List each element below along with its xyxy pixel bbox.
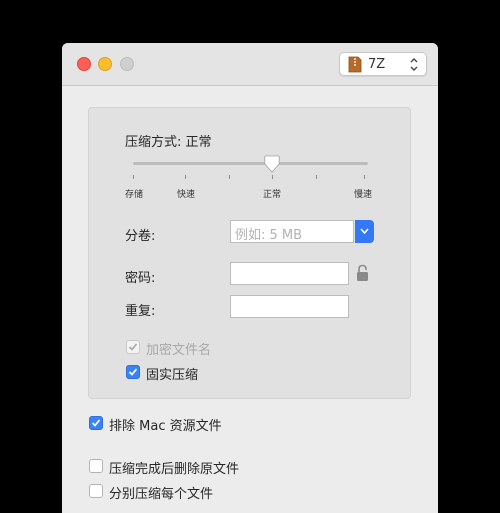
exclude-mac-resources-label: 排除 Mac 资源文件 <box>109 419 222 434</box>
solid-compression-checkbox[interactable] <box>126 365 140 379</box>
encrypt-filenames-checkbox[interactable] <box>126 340 140 354</box>
slider-tick <box>229 175 230 179</box>
slider-tick <box>185 175 186 179</box>
slider-tick <box>364 175 365 179</box>
exclude-mac-resources-checkbox[interactable] <box>89 416 103 430</box>
zoom-window-button <box>120 57 134 71</box>
slider-label-normal: 正常 <box>263 190 282 200</box>
solid-compression-label: 固实压缩 <box>146 368 199 383</box>
slider-tick <box>272 175 273 179</box>
checkmark-icon <box>128 343 138 351</box>
checkmark-icon <box>128 368 138 376</box>
checkmark-icon <box>91 419 101 427</box>
slider-tick <box>316 175 317 179</box>
options-panel <box>88 107 411 399</box>
archive-file-icon <box>348 56 362 73</box>
minimize-window-button[interactable] <box>98 57 112 71</box>
delete-after-compress-label: 压缩完成后删除原文件 <box>109 462 240 477</box>
title-bar: 7Z <box>62 43 438 86</box>
chevron-up-down-icon <box>410 58 418 71</box>
slider-tick <box>133 175 134 179</box>
compression-slider-track[interactable] <box>133 162 368 165</box>
password-input[interactable] <box>230 262 349 285</box>
volume-size-input[interactable]: 例如: 5 MB <box>230 220 354 243</box>
password-label: 密码: <box>125 271 156 286</box>
encrypt-filenames-label: 加密文件名 <box>146 343 212 358</box>
archive-format-select[interactable]: 7Z <box>339 52 427 76</box>
lock-icon <box>357 264 368 281</box>
close-window-button[interactable] <box>77 57 91 71</box>
repeat-password-label: 重复: <box>125 304 156 319</box>
delete-after-compress-checkbox[interactable] <box>89 459 103 473</box>
chevron-down-icon <box>360 228 369 235</box>
volume-label: 分卷: <box>125 229 156 244</box>
compress-separately-checkbox[interactable] <box>89 484 103 498</box>
slider-label-store: 存储 <box>125 190 144 200</box>
slider-label-slow: 慢速 <box>354 190 373 200</box>
volume-size-placeholder: 例如: 5 MB <box>235 228 303 243</box>
volume-preset-dropdown[interactable] <box>355 220 374 243</box>
compression-slider-knob[interactable] <box>263 155 281 173</box>
compress-separately-label: 分别压缩每个文件 <box>109 487 214 502</box>
compression-mode-label: 压缩方式: 正常 <box>125 135 212 150</box>
archive-format-label: 7Z <box>368 57 386 72</box>
repeat-password-input[interactable] <box>230 295 349 318</box>
slider-label-fast: 快速 <box>177 190 196 200</box>
